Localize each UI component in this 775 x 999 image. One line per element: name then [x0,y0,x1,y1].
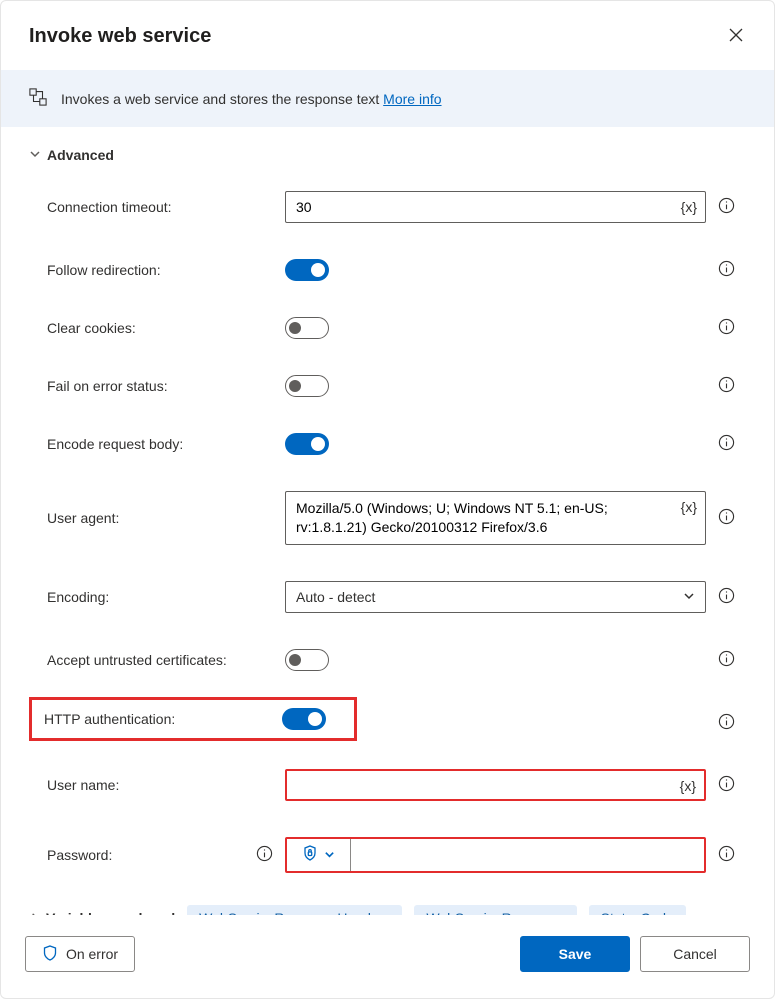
user-agent-input-wrap[interactable]: {x} [285,491,706,545]
encoding-label: Encoding: [47,589,109,605]
user-name-input-wrap[interactable]: {x} [285,769,706,801]
info-icon[interactable] [718,508,735,528]
user-name-label: User name: [47,777,119,793]
dialog-title: Invoke web service [29,25,211,48]
info-icon[interactable] [256,845,273,865]
accept-untrusted-label: Accept untrusted certificates: [47,652,227,668]
password-input[interactable] [351,839,704,871]
cancel-button[interactable]: Cancel [640,936,750,972]
advanced-section-label: Advanced [47,147,114,163]
variable-pill[interactable]: WebServiceResponseHeaders [187,905,402,915]
info-icon[interactable] [718,845,735,865]
http-auth-label: HTTP authentication: [44,711,175,727]
info-icon[interactable] [718,775,735,795]
user-agent-label: User agent: [47,510,119,526]
connection-timeout-input-wrap[interactable]: {x} [285,191,706,223]
info-icon[interactable] [718,197,735,217]
info-icon[interactable] [718,587,735,607]
chevron-down-icon [324,847,335,863]
user-name-input[interactable] [287,771,704,799]
encode-body-label: Encode request body: [47,436,183,452]
connection-timeout-input[interactable] [286,193,705,221]
encoding-select[interactable]: Auto - detect [285,581,706,613]
info-icon[interactable] [718,713,735,733]
variable-pill[interactable]: WebServiceResponse [414,905,576,915]
clear-cookies-label: Clear cookies: [47,320,136,336]
encode-body-toggle[interactable] [285,433,329,455]
variable-token-button[interactable]: {x} [681,199,697,215]
info-icon[interactable] [718,318,735,338]
lock-icon [302,845,318,864]
password-label: Password: [47,847,112,863]
info-icon[interactable] [718,376,735,396]
on-error-button[interactable]: On error [25,936,135,972]
variable-token-button[interactable]: {x} [681,499,697,515]
more-info-link[interactable]: More info [383,91,441,107]
chevron-down-icon [683,589,695,605]
chevron-down-icon [29,147,41,163]
save-button[interactable]: Save [520,936,630,972]
follow-redirection-label: Follow redirection: [47,262,161,278]
on-error-label: On error [66,946,118,962]
http-auth-row-highlight: HTTP authentication: [29,697,357,741]
clear-cookies-toggle[interactable] [285,317,329,339]
shield-icon [42,945,58,964]
fail-on-error-label: Fail on error status: [47,378,168,394]
password-type-dropdown[interactable] [287,839,351,871]
info-banner: Invokes a web service and stores the res… [1,70,774,127]
encoding-value: Auto - detect [296,589,375,605]
variable-pill[interactable]: StatusCode [589,905,686,915]
accept-untrusted-toggle[interactable] [285,649,329,671]
web-service-icon [29,88,47,109]
user-agent-input[interactable] [286,492,705,544]
variable-token-button[interactable]: {x} [680,778,696,794]
http-auth-toggle[interactable] [282,708,326,730]
connection-timeout-label: Connection timeout: [47,199,172,215]
banner-text: Invokes a web service and stores the res… [61,91,379,107]
info-icon[interactable] [718,434,735,454]
close-icon [728,31,744,46]
fail-on-error-toggle[interactable] [285,375,329,397]
advanced-section-toggle[interactable]: Advanced [29,147,746,163]
info-icon[interactable] [718,260,735,280]
follow-redirection-toggle[interactable] [285,259,329,281]
password-input-wrap[interactable] [285,837,706,873]
close-button[interactable] [722,21,750,52]
info-icon[interactable] [718,650,735,670]
